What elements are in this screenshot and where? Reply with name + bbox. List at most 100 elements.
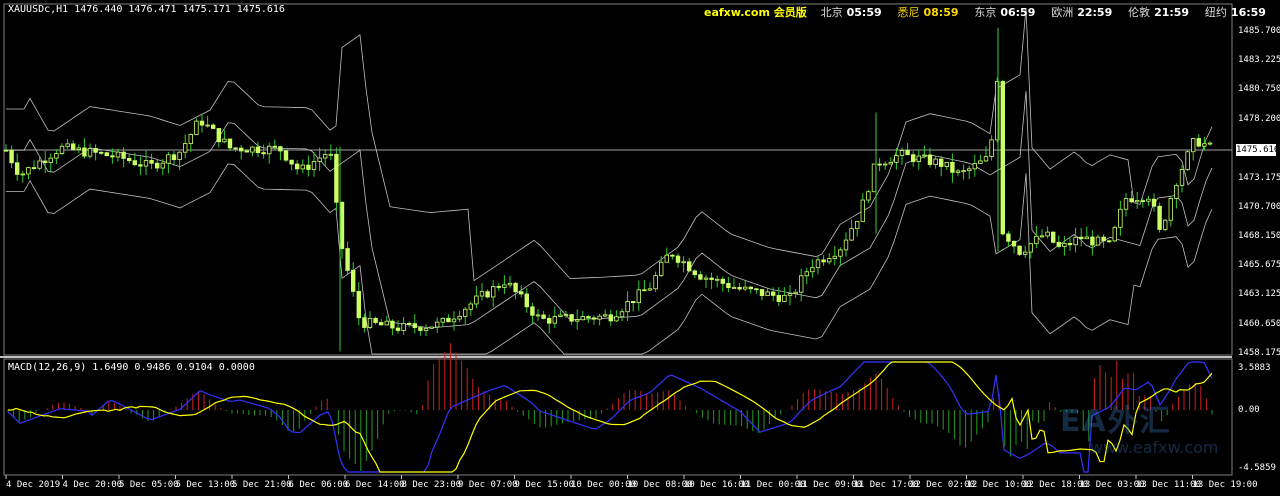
candle-body (916, 155, 921, 162)
candle-body (1101, 236, 1106, 242)
candle-body (502, 284, 507, 288)
candle-body (384, 320, 389, 326)
candle-body (513, 282, 518, 293)
candle-body (317, 157, 322, 162)
candle-body (1135, 200, 1140, 203)
candle-body (888, 161, 893, 165)
candle-body (401, 322, 406, 331)
candle-body (1157, 205, 1162, 230)
candle-body (166, 154, 171, 164)
candle-body (804, 271, 809, 277)
candle-body (1196, 138, 1201, 147)
candle-body (961, 170, 966, 173)
candle-body (71, 143, 76, 150)
price-tick-label: 1470.700 (1238, 201, 1280, 212)
candle-body (955, 170, 961, 173)
candle-body (569, 314, 574, 322)
candle-body (339, 201, 345, 249)
candle-body (127, 158, 132, 162)
candle-body (82, 147, 87, 157)
candle-body (754, 288, 759, 291)
candle-body (9, 149, 14, 164)
macd-lines (7, 361, 1213, 473)
candle-body (647, 288, 653, 291)
candle-body (188, 134, 193, 144)
candle-body (238, 147, 244, 152)
candle-body (412, 323, 417, 328)
candle-body (138, 164, 143, 167)
candle-body (87, 148, 93, 157)
candle-body (99, 151, 104, 154)
price-tick-label: 1483.225 (1238, 55, 1280, 66)
candle-body (922, 154, 927, 157)
candle-body (558, 314, 563, 317)
candle-body (675, 255, 681, 263)
time-tick-label: 9 Dec 15:00 (514, 480, 575, 490)
candle-body (552, 316, 557, 324)
candle-body (474, 295, 479, 305)
candle-body (378, 322, 384, 326)
time-tick-label: 13 Dec 19:00 (1192, 480, 1258, 490)
candle-body (1151, 198, 1157, 207)
bollinger-bands (6, 8, 1213, 355)
candle-body (827, 258, 832, 263)
candle-body (899, 150, 905, 156)
candle-body (787, 293, 793, 296)
candle-body (1095, 236, 1101, 246)
candle-body (541, 314, 546, 319)
candle-body (1006, 233, 1011, 242)
candle-body (423, 327, 429, 331)
candle-body (171, 154, 177, 161)
candle-body (485, 291, 490, 298)
candle-body (1045, 231, 1050, 237)
candle-body (272, 145, 277, 148)
candle-body (871, 163, 877, 193)
time-tick-label: 13 Dec 11:00 (1136, 480, 1202, 490)
candle-body (115, 151, 121, 158)
macd-frame (3, 358, 1233, 476)
candle-body (927, 154, 933, 165)
axis-ticks (5, 475, 1193, 479)
candle-body (524, 293, 529, 308)
candle-body (59, 145, 65, 154)
candle-body (933, 158, 938, 165)
price-tick-label: 1478.200 (1238, 113, 1280, 124)
candle-body (591, 317, 597, 320)
candle-body (939, 158, 944, 167)
candle-body (216, 128, 221, 143)
symbol-info: XAUUSDc,H1 1476.440 1476.471 1475.171 14… (8, 4, 285, 15)
candle-body (877, 163, 882, 166)
time-tick-label: 5 Dec 21:00 (232, 480, 292, 490)
candle-body (967, 168, 972, 172)
candle-body (625, 301, 630, 313)
candle-body (283, 150, 289, 161)
candle-body (983, 156, 989, 162)
candle-body (547, 318, 552, 324)
clock-city: 纽约 (1204, 6, 1227, 19)
candle-body (535, 314, 541, 317)
candle-body (1079, 236, 1084, 240)
candle-body (619, 311, 625, 318)
candle-body (1028, 243, 1033, 253)
candle-body (614, 316, 619, 322)
candle-body (350, 270, 356, 292)
candle-body (1011, 240, 1017, 247)
candle-body (905, 150, 910, 156)
candle-body (311, 161, 317, 170)
candle-body (199, 120, 205, 126)
candle-body (821, 259, 826, 263)
candle-body (1023, 251, 1028, 255)
candle-body (843, 239, 849, 251)
candle-body (20, 173, 25, 176)
time-tick-label: 12 Dec 02:00 (910, 480, 976, 490)
candle-body (31, 167, 37, 169)
candle-body (1056, 241, 1061, 247)
candle-body (1163, 219, 1168, 230)
candle-body (703, 277, 709, 280)
candle-body (860, 199, 865, 222)
candle-body (306, 164, 311, 170)
candle-body (653, 275, 658, 290)
candle-body (104, 152, 109, 157)
candle-body (3, 149, 9, 152)
price-tick-label: 1468.150 (1238, 230, 1280, 241)
